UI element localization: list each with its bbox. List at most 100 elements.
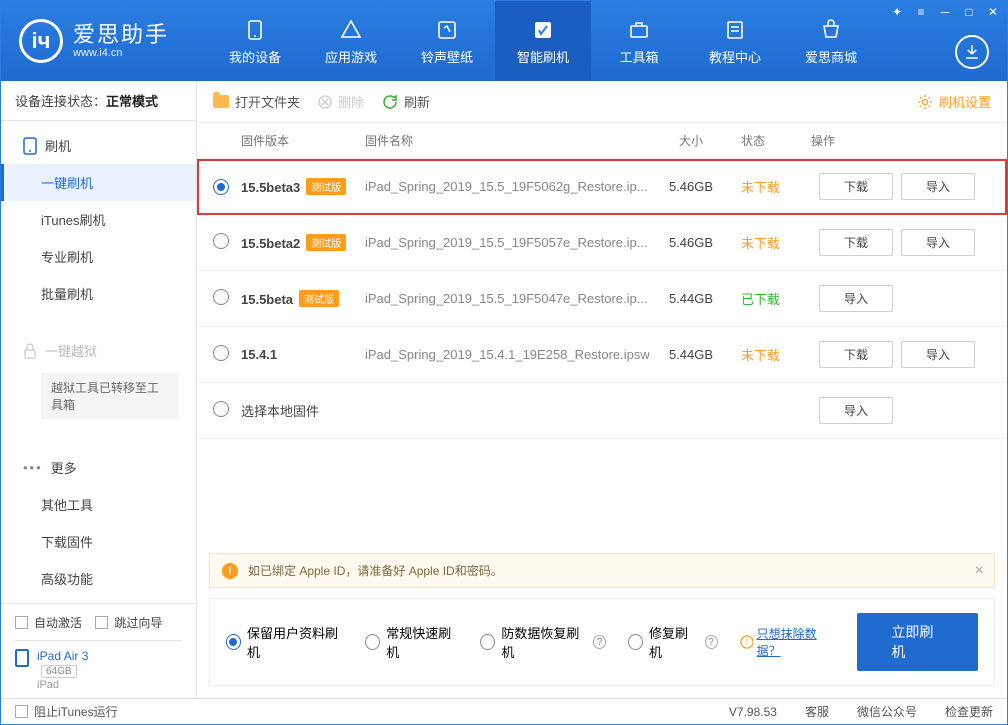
info-icon: !	[740, 635, 753, 649]
delete-button[interactable]: 删除	[318, 92, 364, 111]
beta-tag: 测试版	[306, 178, 346, 195]
topnav-icon-0	[242, 17, 268, 43]
top-nav: 我的设备应用游戏铃声壁纸智能刷机工具箱教程中心爱思商城	[207, 1, 879, 81]
firmware-radio[interactable]	[213, 233, 229, 249]
flash-option-0[interactable]: 保留用户资料刷机	[226, 623, 343, 661]
download-button[interactable]: 下载	[819, 341, 893, 368]
sidebar: 设备连接状态：正常模式 刷机 一键刷机iTunes刷机专业刷机批量刷机 一键越狱…	[1, 81, 197, 698]
option-radio[interactable]	[226, 634, 241, 650]
topnav-icon-5	[722, 17, 748, 43]
app-header: iч 爱思助手 www.i4.cn 我的设备应用游戏铃声壁纸智能刷机工具箱教程中…	[1, 1, 1007, 81]
option-radio[interactable]	[480, 634, 495, 650]
sidebar-more-item-2[interactable]: 高级功能	[1, 560, 196, 597]
folder-icon	[213, 95, 229, 108]
auto-activate-checkbox[interactable]: 自动激活	[15, 614, 82, 631]
brand-name: 爱思助手	[73, 23, 169, 47]
col-size: 大小	[651, 132, 731, 149]
app-version: V7.98.53	[729, 705, 777, 719]
skip-guide-checkbox[interactable]: 跳过向导	[95, 614, 162, 631]
lock-icon	[23, 343, 37, 359]
topnav-icon-6	[818, 17, 844, 43]
flash-option-1[interactable]: 常规快速刷机	[365, 623, 458, 661]
option-radio[interactable]	[628, 634, 643, 650]
sidebar-group-more[interactable]: ••• 更多	[1, 449, 196, 486]
delete-icon	[318, 95, 332, 109]
device-icon	[15, 649, 29, 667]
topnav-icon-2	[434, 17, 460, 43]
firmware-list: 15.5beta3测试版 iPad_Spring_2019_15.5_19F50…	[197, 159, 1007, 545]
connection-status: 设备连接状态：正常模式	[1, 81, 196, 121]
download-button[interactable]: 下载	[819, 173, 893, 200]
flash-action-bar: 保留用户资料刷机常规快速刷机防数据恢复刷机? 修复刷机? ! 只想抹除数据？ 立即…	[209, 598, 995, 686]
download-manager-icon[interactable]	[955, 35, 989, 69]
wechat-link[interactable]: 微信公众号	[857, 703, 917, 720]
flash-option-3[interactable]: 修复刷机?	[628, 623, 717, 661]
list-icon[interactable]: ≡	[913, 5, 929, 19]
firmware-row-1[interactable]: 15.5beta2测试版 iPad_Spring_2019_15.5_19F50…	[197, 215, 1007, 271]
topnav-6[interactable]: 爱思商城	[783, 1, 879, 81]
sidebar-group-flash[interactable]: 刷机	[1, 127, 196, 164]
conn-label: 设备连接状态：	[15, 94, 106, 109]
topnav-3[interactable]: 智能刷机	[495, 1, 591, 81]
download-button[interactable]: 下载	[819, 229, 893, 256]
local-firmware-row[interactable]: 选择本地固件 导入	[197, 383, 1007, 439]
sidebar-flash-item-1[interactable]: iTunes刷机	[1, 201, 196, 238]
sidebar-more-item-0[interactable]: 其他工具	[1, 486, 196, 523]
device-storage: 64GB	[41, 665, 77, 678]
flash-settings-button[interactable]: 刷机设置	[917, 92, 991, 111]
sidebar-more-item-1[interactable]: 下载固件	[1, 523, 196, 560]
refresh-icon	[382, 94, 398, 110]
minimize-icon[interactable]: ─	[937, 5, 953, 19]
firmware-radio[interactable]	[213, 289, 229, 305]
help-icon[interactable]: ?	[705, 635, 718, 649]
open-folder-button[interactable]: 打开文件夹	[213, 92, 300, 111]
block-itunes-checkbox[interactable]: 阻止iTunes运行	[15, 703, 118, 720]
logo-icon: iч	[19, 19, 63, 63]
phone-icon	[23, 137, 37, 155]
maximize-icon[interactable]: □	[961, 5, 977, 19]
topnav-1[interactable]: 应用游戏	[303, 1, 399, 81]
erase-only-link[interactable]: 只想抹除数据？	[757, 625, 836, 659]
help-icon[interactable]: ?	[593, 635, 606, 649]
svg-text:!: !	[745, 637, 748, 647]
menu-icon[interactable]: ✦	[889, 5, 905, 19]
close-icon[interactable]: ✕	[985, 5, 1001, 19]
flash-option-2[interactable]: 防数据恢复刷机?	[480, 623, 606, 661]
topnav-5[interactable]: 教程中心	[687, 1, 783, 81]
jailbreak-moved-notice: 越狱工具已转移至工具箱	[41, 373, 178, 419]
firmware-row-2[interactable]: 15.5beta测试版 iPad_Spring_2019_15.5_19F504…	[197, 271, 1007, 327]
conn-value: 正常模式	[106, 94, 158, 109]
sidebar-flash-item-2[interactable]: 专业刷机	[1, 238, 196, 275]
topnav-0[interactable]: 我的设备	[207, 1, 303, 81]
refresh-button[interactable]: 刷新	[382, 92, 430, 111]
firmware-row-3[interactable]: 15.4.1 iPad_Spring_2019_15.4.1_19E258_Re…	[197, 327, 1007, 383]
topnav-4[interactable]: 工具箱	[591, 1, 687, 81]
option-radio[interactable]	[365, 634, 380, 650]
topnav-icon-3	[530, 17, 556, 43]
sidebar-flash-item-0[interactable]: 一键刷机	[1, 164, 196, 201]
status-bar: 阻止iTunes运行 V7.98.53 客服 微信公众号 检查更新	[1, 698, 1007, 724]
flash-now-button[interactable]: 立即刷机	[857, 613, 978, 671]
firmware-row-0[interactable]: 15.5beta3测试版 iPad_Spring_2019_15.5_19F50…	[197, 159, 1007, 215]
import-button[interactable]: 导入	[819, 397, 893, 424]
gear-icon	[917, 94, 933, 110]
firmware-radio[interactable]	[213, 345, 229, 361]
brand-logo: iч 爱思助手 www.i4.cn	[1, 19, 187, 63]
firmware-radio[interactable]	[213, 179, 229, 195]
topnav-2[interactable]: 铃声壁纸	[399, 1, 495, 81]
device-name[interactable]: iPad Air 3	[37, 649, 88, 663]
import-button[interactable]: 导入	[819, 285, 893, 312]
import-button[interactable]: 导入	[901, 341, 975, 368]
beta-tag: 测试版	[306, 234, 346, 251]
sidebar-flash-item-3[interactable]: 批量刷机	[1, 275, 196, 312]
support-link[interactable]: 客服	[805, 703, 829, 720]
import-button[interactable]: 导入	[901, 229, 975, 256]
topnav-icon-4	[626, 17, 652, 43]
check-update-link[interactable]: 检查更新	[945, 703, 993, 720]
firmware-radio[interactable]	[213, 401, 229, 417]
import-button[interactable]: 导入	[901, 173, 975, 200]
warning-icon: !	[222, 563, 238, 579]
main-panel: 打开文件夹 删除 刷新 刷机设置 固件版本 固件名称 大小 状态 操作	[197, 81, 1007, 698]
notice-close-button[interactable]: ×	[975, 562, 984, 580]
col-ops: 操作	[811, 132, 991, 149]
